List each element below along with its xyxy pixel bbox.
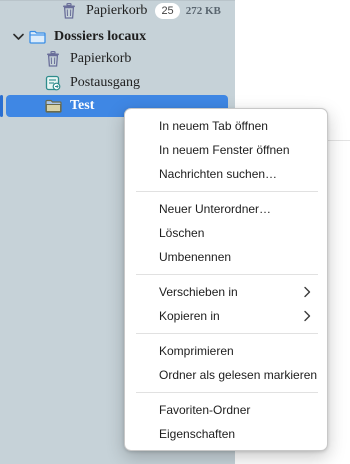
menu-item-label: Verschieben in [159, 285, 238, 299]
folder-row-outbox[interactable]: Postausgang [44, 72, 140, 94]
menu-item-compact[interactable]: Komprimieren [125, 340, 327, 362]
menu-item-copy-to[interactable]: Kopieren in [125, 305, 327, 327]
folder-icon [44, 97, 62, 115]
menu-item-open-new-window[interactable]: In neuem Fenster öffnen [125, 139, 327, 161]
menu-item-label: Kopieren in [159, 309, 220, 323]
folder-icon [28, 28, 46, 46]
focus-indicator [0, 95, 3, 117]
folder-row-test[interactable]: Test [44, 95, 94, 117]
menu-separator [136, 333, 318, 334]
folder-label: Papierkorb [70, 51, 132, 66]
folder-label: Papierkorb [86, 3, 148, 18]
menu-item-label: Umbenennen [159, 250, 232, 264]
menu-item-label: Eigenschaften [159, 427, 236, 441]
menu-item-label: Nachrichten suchen… [159, 167, 278, 181]
folder-size: 272 KB [185, 5, 221, 17]
folder-row-trash[interactable]: Papierkorb [44, 48, 131, 70]
context-menu: In neuem Tab öffnen In neuem Fenster öff… [124, 108, 328, 451]
menu-item-label: Löschen [159, 226, 205, 240]
menu-item-favorite-folder[interactable]: Favoriten-Ordner [125, 399, 327, 421]
menu-item-label: Favoriten-Ordner [159, 403, 251, 417]
menu-item-label: Komprimieren [159, 344, 234, 358]
unread-count: 25 [155, 3, 180, 19]
chevron-down-icon[interactable] [12, 31, 24, 43]
chevron-right-icon [303, 310, 313, 322]
divider [328, 140, 350, 141]
menu-item-search-messages[interactable]: Nachrichten suchen… [125, 163, 327, 185]
menu-item-mark-folder-read[interactable]: Ordner als gelesen markieren [125, 364, 327, 386]
menu-item-move-to[interactable]: Verschieben in [125, 281, 327, 303]
menu-item-new-subfolder[interactable]: Neuer Unterordner… [125, 198, 327, 220]
menu-item-label: Ordner als gelesen markieren [159, 368, 318, 382]
trash-icon [44, 50, 62, 68]
folder-label: Postausgang [70, 75, 140, 90]
menu-item-label: In neuem Tab öffnen [159, 119, 268, 133]
menu-item-rename[interactable]: Umbenennen [125, 246, 327, 268]
menu-item-label: In neuem Fenster öffnen [159, 143, 290, 157]
menu-item-label: Neuer Unterordner… [159, 202, 272, 216]
trash-icon [60, 2, 78, 20]
account-row-local-folders[interactable]: Dossiers locaux [28, 26, 146, 48]
menu-separator [136, 392, 318, 393]
menu-separator [136, 191, 318, 192]
chevron-right-icon [303, 286, 313, 298]
account-label: Dossiers locaux [54, 29, 147, 44]
folder-label: Test [70, 98, 95, 113]
menu-item-open-new-tab[interactable]: In neuem Tab öffnen [125, 115, 327, 137]
outbox-icon [44, 74, 62, 92]
menu-item-delete[interactable]: Löschen [125, 222, 327, 244]
menu-separator [136, 274, 318, 275]
menu-item-properties[interactable]: Eigenschaften [125, 423, 327, 445]
unread-badge: 25 272 KB [155, 3, 221, 19]
folder-row-trash-top[interactable]: Papierkorb 25 272 KB [60, 0, 221, 22]
